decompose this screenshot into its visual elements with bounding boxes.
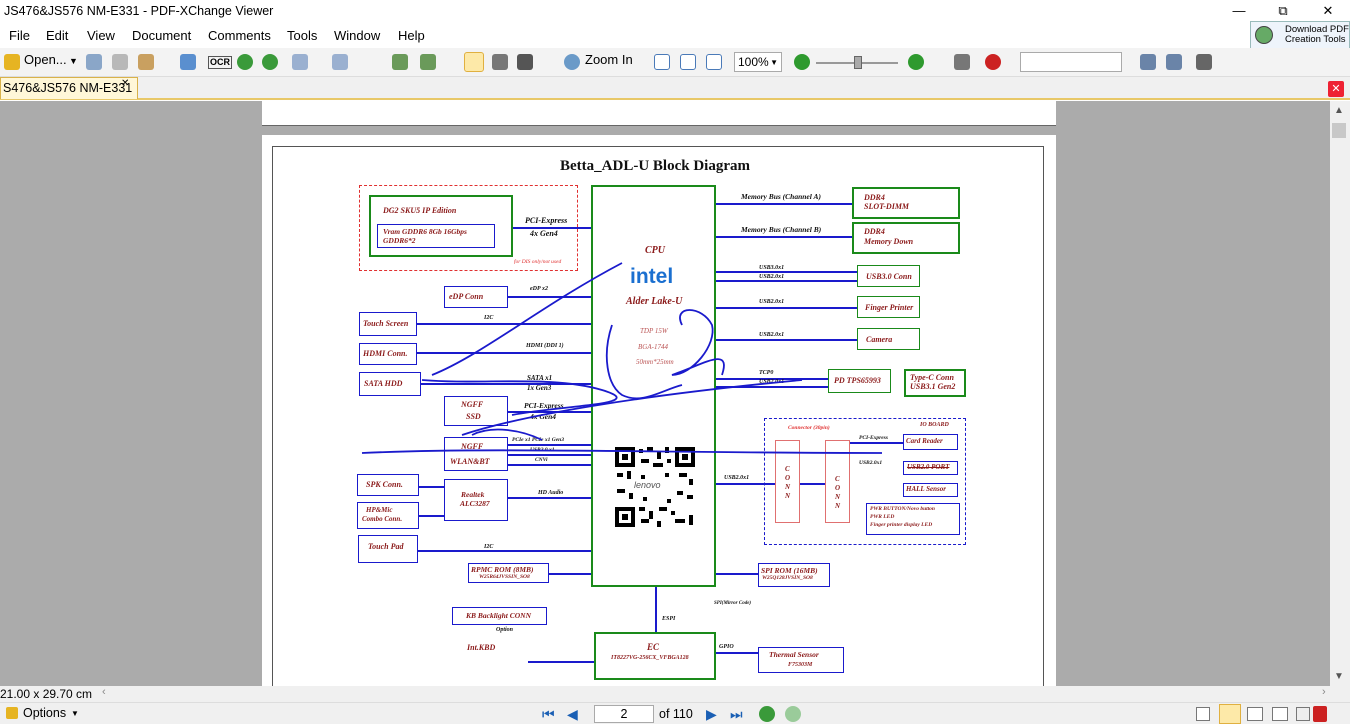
page-2: Betta_ADL-U Block Diagram CPU intel Alde… bbox=[262, 135, 1056, 686]
window-title: JS476&JS576 NM-E331 - PDF-XChange Viewer bbox=[4, 4, 274, 18]
search-next-icon[interactable] bbox=[1166, 54, 1182, 70]
download-pdf-line2: Creation Tools bbox=[1285, 34, 1346, 45]
current-page-value: 2 bbox=[620, 707, 628, 721]
rotate-left-icon[interactable] bbox=[392, 54, 408, 70]
history-forward-icon[interactable] bbox=[785, 706, 801, 722]
save-icon[interactable] bbox=[86, 54, 102, 70]
zoom-slider-thumb[interactable] bbox=[854, 56, 862, 69]
print-icon[interactable] bbox=[112, 54, 128, 70]
download-pdf-tools-button[interactable]: Download PDF Creation Tools bbox=[1250, 21, 1350, 49]
document-tab-label: S476&JS576 NM-E331 bbox=[3, 81, 133, 95]
menu-help[interactable]: Help bbox=[398, 28, 425, 43]
forward-icon[interactable] bbox=[262, 54, 278, 70]
globe-icon bbox=[1255, 26, 1273, 44]
status-bar: 21.00 x 29.70 cm ‹ › bbox=[0, 686, 1350, 702]
find-icon[interactable] bbox=[954, 54, 970, 70]
open-folder-icon[interactable] bbox=[4, 54, 20, 70]
minimize-button[interactable]: — bbox=[1216, 0, 1262, 22]
highlight-icon[interactable] bbox=[1196, 54, 1212, 70]
next-page-button[interactable]: ▶ bbox=[706, 706, 717, 723]
menu-document[interactable]: Document bbox=[132, 28, 191, 43]
title-bar: JS476&JS576 NM-E331 - PDF-XChange Viewer… bbox=[0, 0, 1350, 24]
document-view[interactable]: Betta_ADL-U Block Diagram CPU intel Alde… bbox=[0, 101, 1330, 686]
zoom-in-icon[interactable] bbox=[564, 54, 580, 70]
undo-icon[interactable] bbox=[292, 54, 308, 70]
close-window-button[interactable]: ✕ bbox=[1305, 0, 1350, 22]
menu-edit[interactable]: Edit bbox=[46, 28, 68, 43]
document-tab[interactable]: S476&JS576 NM-E331 ✕ bbox=[0, 77, 138, 99]
vertical-scrollbar[interactable]: ▲ ▼ bbox=[1330, 101, 1350, 686]
options-icon[interactable] bbox=[6, 707, 18, 719]
menu-file[interactable]: File bbox=[9, 28, 30, 43]
zoom-level-value: 100% bbox=[738, 55, 769, 69]
search-prev-icon[interactable] bbox=[1140, 54, 1156, 70]
previous-page-bottom bbox=[262, 101, 1056, 126]
scroll-up-arrow[interactable]: ▲ bbox=[1334, 105, 1344, 116]
zoom-in-button[interactable]: Zoom In bbox=[585, 52, 633, 72]
ocr-button[interactable]: OCR bbox=[208, 56, 232, 69]
menu-window[interactable]: Window bbox=[334, 28, 380, 43]
history-back-icon[interactable] bbox=[759, 706, 775, 722]
rotate-right-icon[interactable] bbox=[420, 54, 436, 70]
scan-icon[interactable] bbox=[180, 54, 196, 70]
fit-page-icon[interactable] bbox=[680, 54, 696, 70]
document-tab-bar: S476&JS576 NM-E331 ✕ bbox=[0, 77, 1350, 100]
page-size-readout: 21.00 x 29.70 cm bbox=[0, 687, 93, 701]
hscroll-right-arrow[interactable]: › bbox=[1322, 686, 1326, 698]
single-page-icon[interactable] bbox=[1196, 707, 1210, 721]
toolbar: Open... ▼ OCR Zoom In bbox=[0, 48, 1350, 77]
open-dropdown-arrow[interactable]: ▼ bbox=[69, 56, 78, 76]
redo-icon[interactable] bbox=[332, 54, 348, 70]
menu-tools[interactable]: Tools bbox=[287, 28, 317, 43]
continuous-page-icon[interactable] bbox=[1219, 704, 1241, 724]
email-icon[interactable] bbox=[138, 54, 154, 70]
split-view-icon[interactable] bbox=[1296, 707, 1310, 721]
zoom-level-select[interactable]: 100% ▼ bbox=[734, 52, 782, 72]
maximize-button[interactable]: ⧉ bbox=[1260, 0, 1306, 22]
close-document-button[interactable]: ✕ bbox=[1328, 81, 1344, 97]
prev-page-button[interactable]: ◀ bbox=[567, 706, 578, 723]
actual-size-icon[interactable] bbox=[654, 54, 670, 70]
menu-bar: File Edit View Document Comments Tools W… bbox=[0, 24, 1350, 47]
page-number-input[interactable]: 2 bbox=[594, 705, 654, 723]
scroll-thumb[interactable] bbox=[1332, 123, 1346, 138]
spellcheck-icon[interactable] bbox=[985, 54, 1001, 70]
options-button[interactable]: Options bbox=[23, 706, 66, 720]
menu-comments[interactable]: Comments bbox=[208, 28, 271, 43]
pdf-export-icon[interactable] bbox=[1313, 706, 1327, 722]
facing-page-icon[interactable] bbox=[1247, 707, 1263, 721]
search-input[interactable] bbox=[1020, 52, 1122, 72]
scroll-down-arrow[interactable]: ▼ bbox=[1334, 671, 1344, 682]
hscroll-left-arrow[interactable]: ‹ bbox=[102, 686, 106, 698]
back-icon[interactable] bbox=[237, 54, 253, 70]
hand-tool-icon[interactable] bbox=[464, 52, 484, 72]
first-page-button[interactable]: ⏮ bbox=[542, 706, 555, 723]
options-dropdown-arrow[interactable]: ▼ bbox=[71, 709, 79, 718]
zoom-in-plus-icon[interactable] bbox=[908, 54, 924, 70]
last-page-button[interactable]: ⏭ bbox=[730, 706, 743, 723]
select-text-icon[interactable] bbox=[517, 54, 533, 70]
menu-view[interactable]: View bbox=[87, 28, 115, 43]
ink-annotation bbox=[361, 262, 883, 454]
page-total: of 110 bbox=[659, 707, 693, 721]
fit-width-icon[interactable] bbox=[706, 54, 722, 70]
tab-close-icon[interactable]: ✕ bbox=[121, 78, 129, 89]
continuous-facing-icon[interactable] bbox=[1272, 707, 1288, 721]
zoom-out-minus-icon[interactable] bbox=[794, 54, 810, 70]
open-button[interactable]: Open... bbox=[24, 52, 67, 72]
snapshot-icon[interactable] bbox=[492, 54, 508, 70]
